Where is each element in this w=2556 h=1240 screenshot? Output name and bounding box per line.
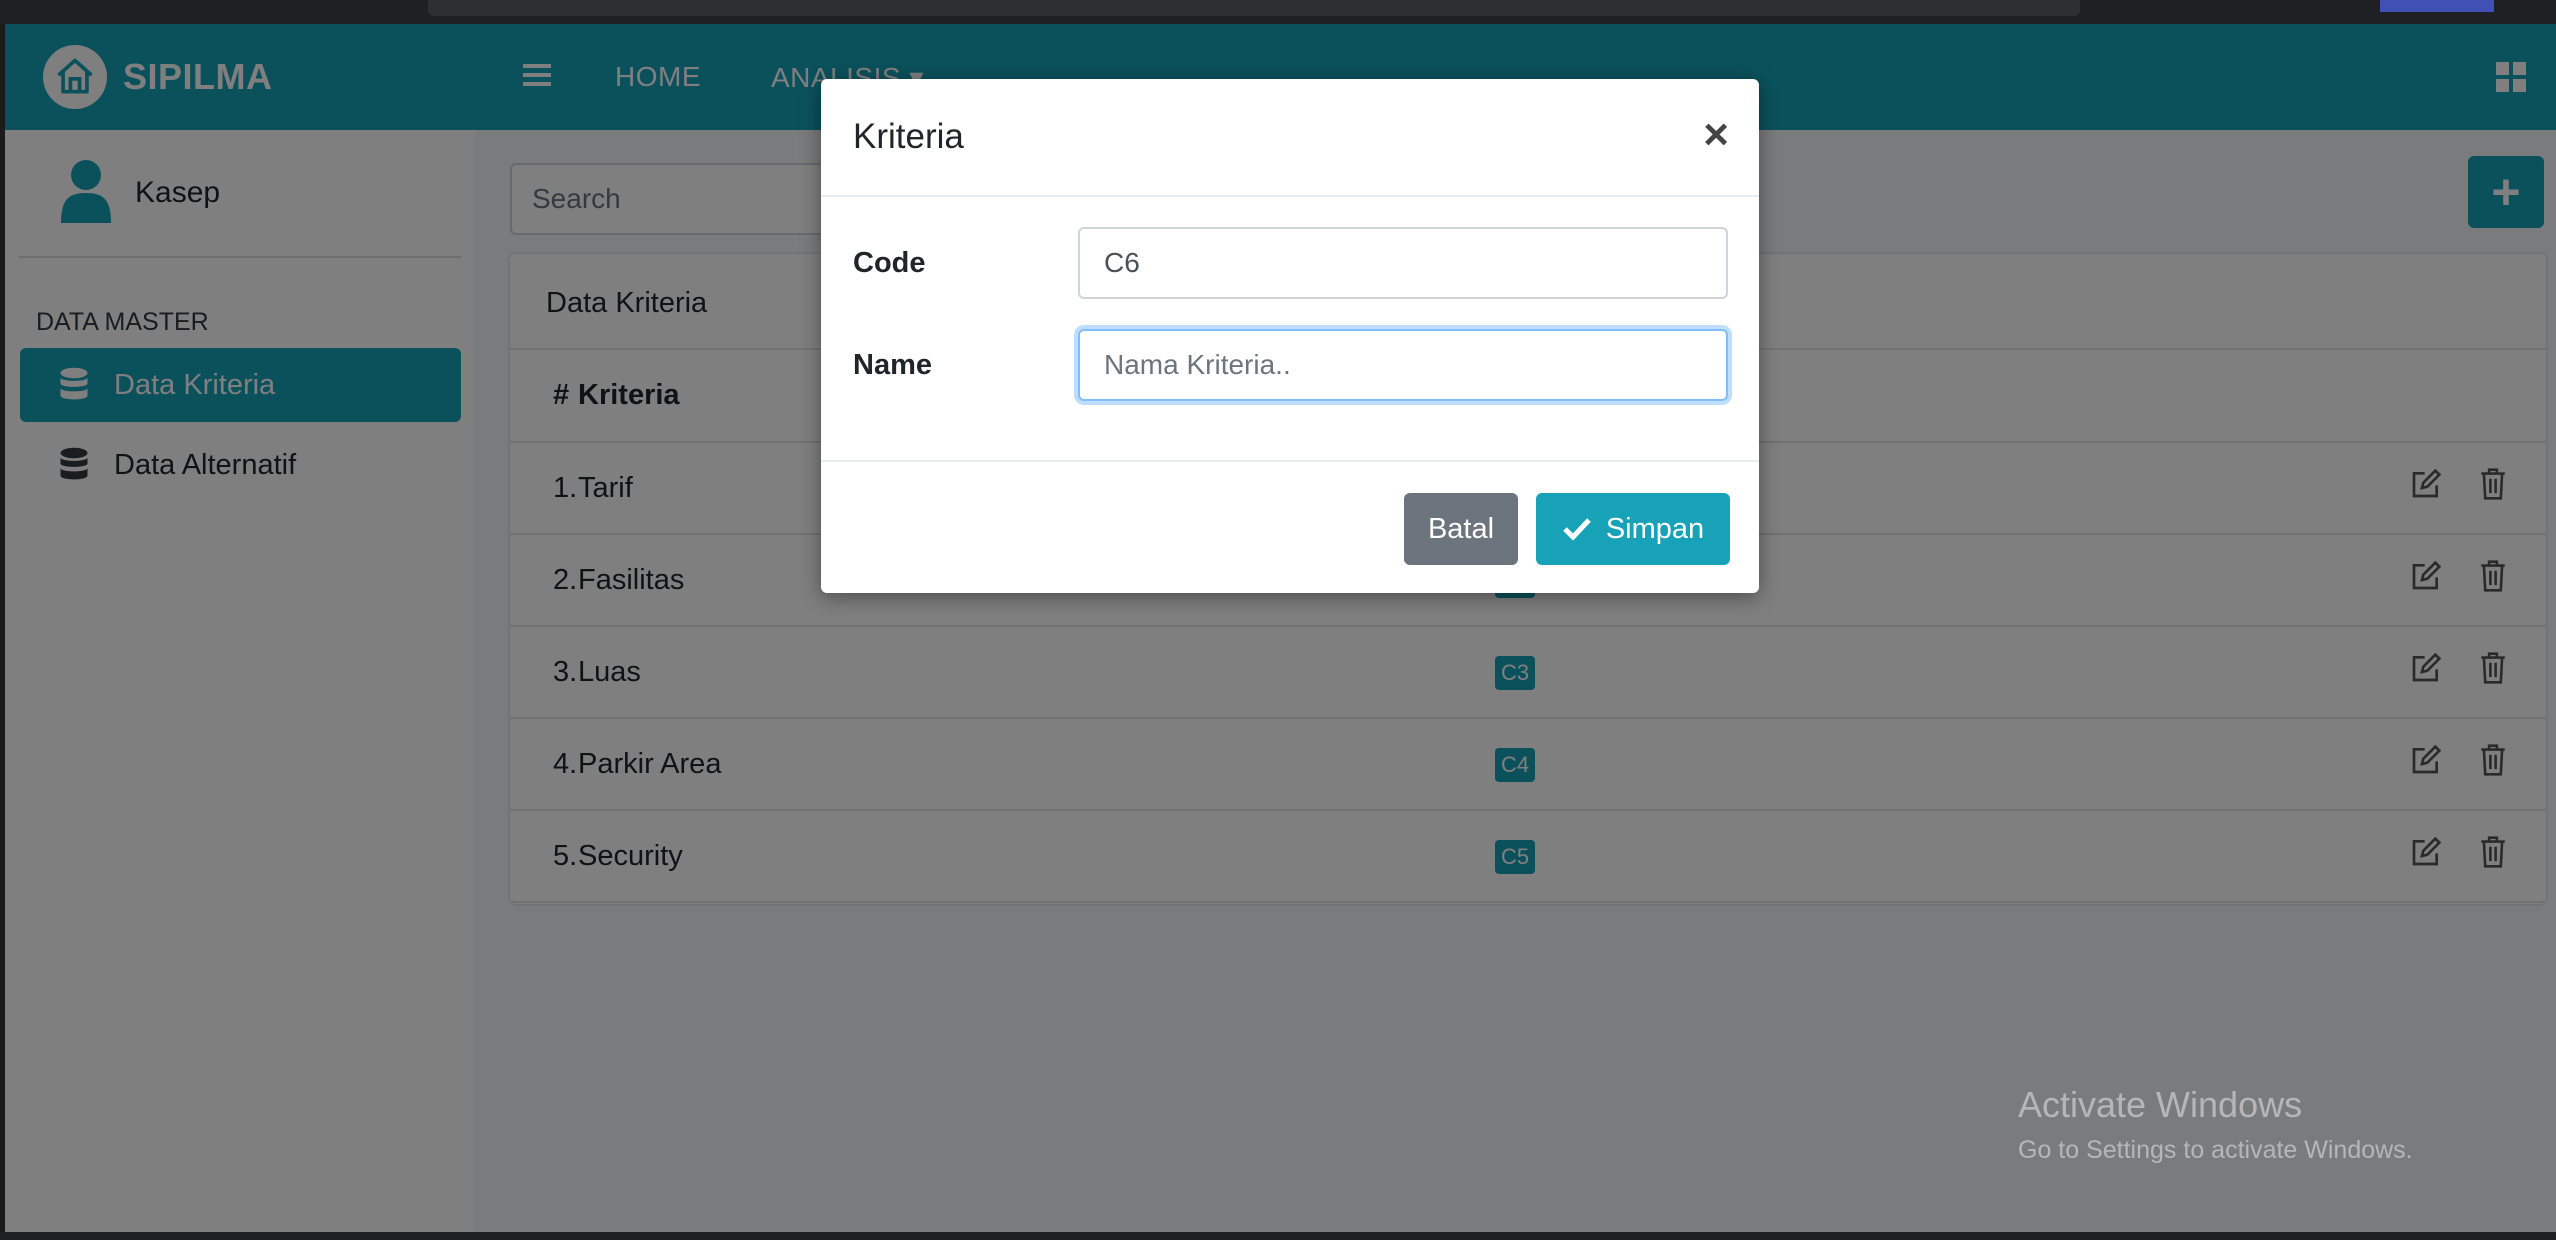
modal-title: Kriteria: [853, 117, 964, 156]
code-label: Code: [853, 246, 926, 279]
save-button[interactable]: Simpan: [1536, 493, 1730, 565]
browser-bar: [0, 0, 2556, 24]
code-form-row: Code: [853, 227, 1728, 299]
browser-url-bar[interactable]: [428, 0, 2080, 16]
modal-footer: Batal Simpan: [821, 460, 1759, 593]
watermark-title: Activate Windows: [2018, 1084, 2303, 1125]
name-label: Name: [853, 348, 932, 381]
browser-extension[interactable]: [2380, 0, 2494, 12]
watermark-subtitle: Go to Settings to activate Windows.: [2018, 1136, 2413, 1164]
close-icon[interactable]: ×: [1703, 113, 1729, 157]
modal-header: Kriteria ×: [821, 79, 1759, 197]
save-button-label: Simpan: [1605, 512, 1705, 545]
code-input[interactable]: [1078, 227, 1728, 299]
app-window: SIPILMA Kasep DATA MASTER Data Kriteria …: [5, 24, 2556, 1232]
check-icon: [1563, 518, 1591, 541]
windows-activation-watermark: Activate Windows Go to Settings to activ…: [2018, 1084, 2413, 1165]
name-input[interactable]: [1078, 329, 1728, 401]
cancel-button[interactable]: Batal: [1404, 493, 1518, 565]
taskbar-strip: [0, 1232, 2556, 1240]
name-form-row: Name: [853, 329, 1728, 401]
kriteria-modal: Kriteria × Code Name Batal Simpan: [821, 79, 1759, 593]
